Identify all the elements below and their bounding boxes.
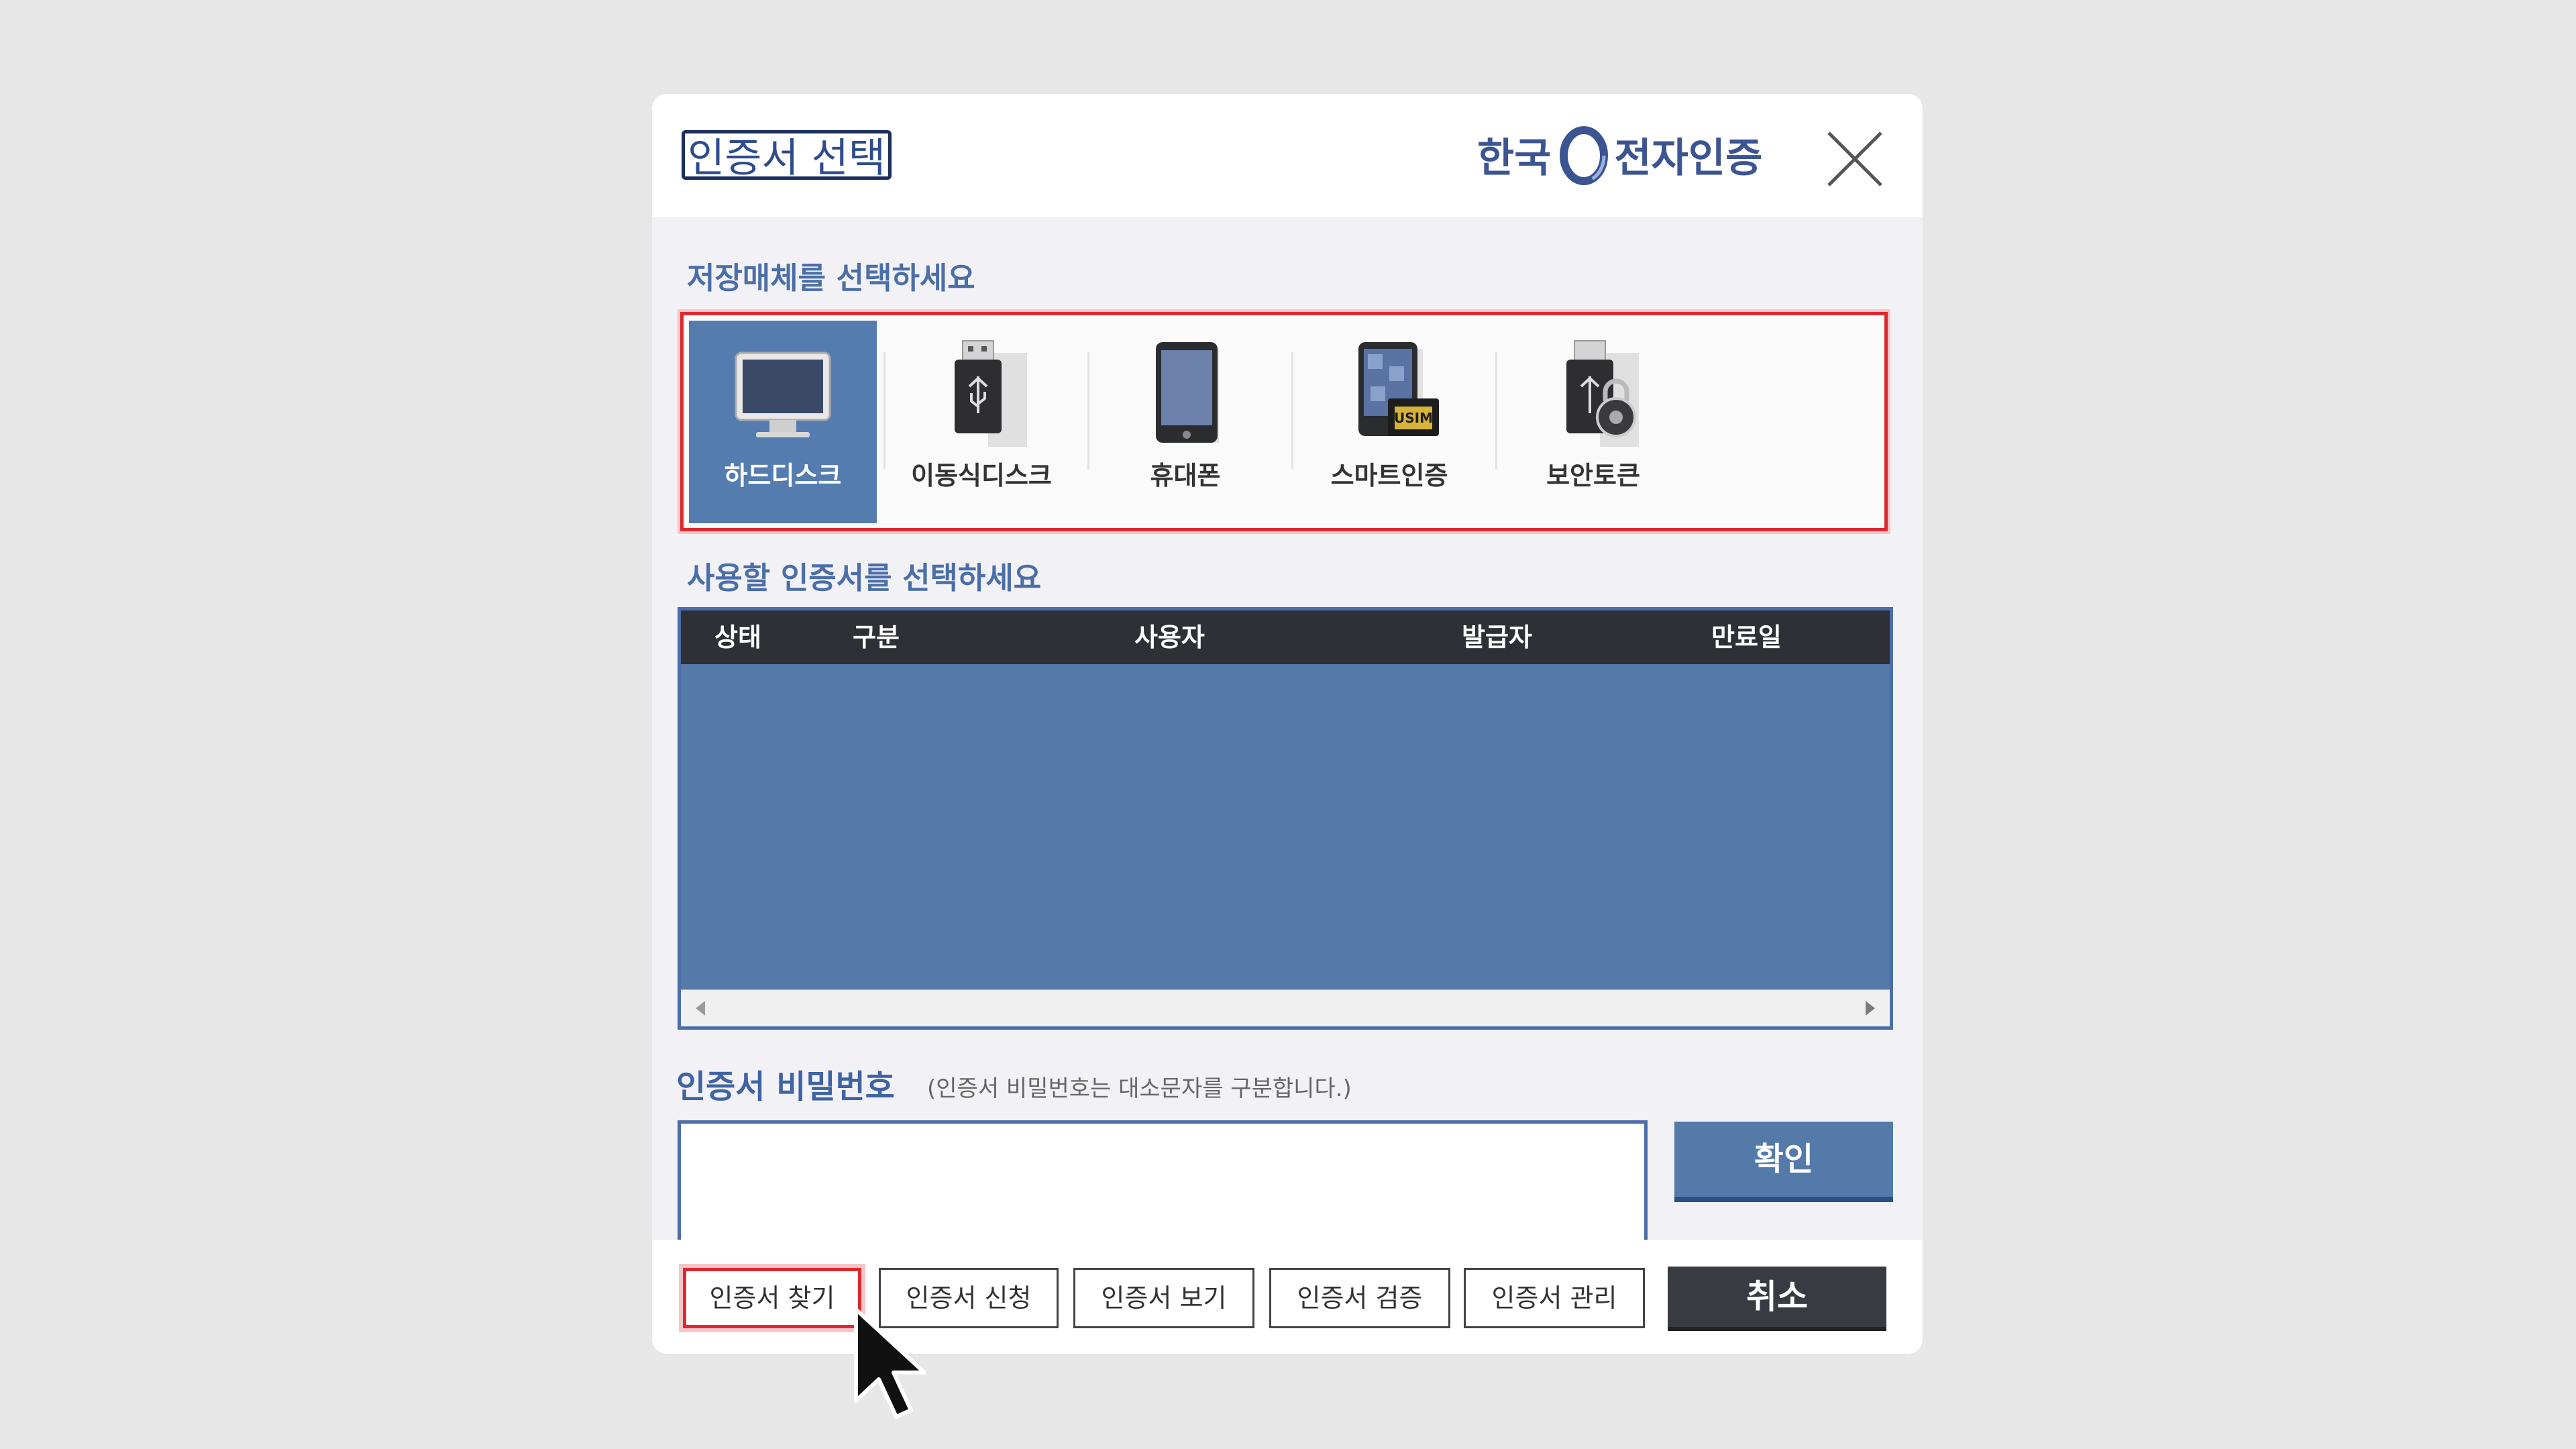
close-icon[interactable]: [1825, 129, 1885, 189]
dialog-header: 인증서 선택 한국 전자인증: [652, 94, 1923, 217]
media-separator: [883, 352, 885, 470]
media-item-label: 하드디스크: [724, 461, 842, 490]
scroll-right-icon[interactable]: [1866, 1001, 1875, 1016]
media-item-smart-cert[interactable]: USIM 스마트인증: [1295, 321, 1483, 523]
brand-text-ecert: 전자인증: [1614, 134, 1763, 182]
cert-section-label: 사용할 인증서를 선택하세요: [687, 560, 1042, 596]
table-header: 상태 구분 사용자 발급자 만료일: [681, 610, 1890, 664]
brand-text-korea: 한국: [1477, 134, 1552, 182]
password-hint: (인증서 비밀번호는 대소문자를 구분합니다.): [927, 1075, 1352, 1102]
password-input[interactable]: [678, 1120, 1648, 1249]
phone-icon: [1156, 342, 1219, 443]
usim-card-icon: USIM: [1358, 342, 1439, 436]
column-expiry[interactable]: 만료일: [1711, 610, 1782, 664]
horizontal-scrollbar[interactable]: [681, 989, 1890, 1026]
media-item-hard-disk[interactable]: 하드디스크: [689, 321, 877, 523]
media-item-label: 휴대폰: [1150, 461, 1221, 490]
media-item-label: 이동식디스크: [911, 461, 1052, 490]
mouse-cursor-icon: [854, 1307, 926, 1419]
confirm-button[interactable]: 확인: [1674, 1122, 1893, 1202]
media-item-label: 스마트인증: [1330, 461, 1448, 490]
media-selector: 하드디스크 이동식디스크 휴대폰 USIM 스마트인증 보안토큰: [680, 312, 1888, 531]
media-separator: [1087, 352, 1089, 470]
verify-certificate-button[interactable]: 인증서 검증: [1269, 1268, 1450, 1328]
column-issuer[interactable]: 발급자: [1462, 610, 1532, 664]
svg-text:USIM: USIM: [1394, 410, 1433, 426]
media-separator: [1495, 352, 1497, 470]
dialog-title: 인증서 선택: [682, 130, 892, 182]
cancel-button[interactable]: 취소: [1668, 1267, 1886, 1331]
usb-drive-icon: [955, 340, 1027, 447]
password-label: 인증서 비밀번호: [676, 1068, 895, 1106]
column-status[interactable]: 상태: [714, 610, 761, 664]
media-item-label: 보안토큰: [1546, 461, 1640, 490]
certificate-dialog: 인증서 선택 한국 전자인증 저장매체를 선택하세요 하드디스크 이동식디스크 …: [652, 94, 1923, 1354]
brand-logo: 한국 전자인증: [1477, 121, 1762, 188]
media-separator: [1291, 352, 1293, 470]
find-certificate-button[interactable]: 인증서 찾기: [683, 1268, 861, 1328]
certificate-table[interactable]: 상태 구분 사용자 발급자 만료일: [678, 607, 1893, 1030]
column-type[interactable]: 구분: [853, 610, 900, 664]
scroll-left-icon[interactable]: [696, 1001, 705, 1016]
monitor-icon: [735, 352, 831, 437]
media-section-label: 저장매체를 선택하세요: [687, 260, 975, 296]
view-certificate-button[interactable]: 인증서 보기: [1073, 1268, 1254, 1328]
media-item-security-token[interactable]: 보안토큰: [1499, 321, 1687, 523]
column-user[interactable]: 사용자: [1134, 610, 1205, 664]
secure-token-icon: [1566, 340, 1639, 447]
media-item-removable-disk[interactable]: 이동식디스크: [888, 321, 1075, 523]
manage-certificate-button[interactable]: 인증서 관리: [1464, 1268, 1645, 1328]
brand-ring-icon: [1560, 126, 1609, 185]
media-item-phone[interactable]: 휴대폰: [1091, 321, 1279, 523]
